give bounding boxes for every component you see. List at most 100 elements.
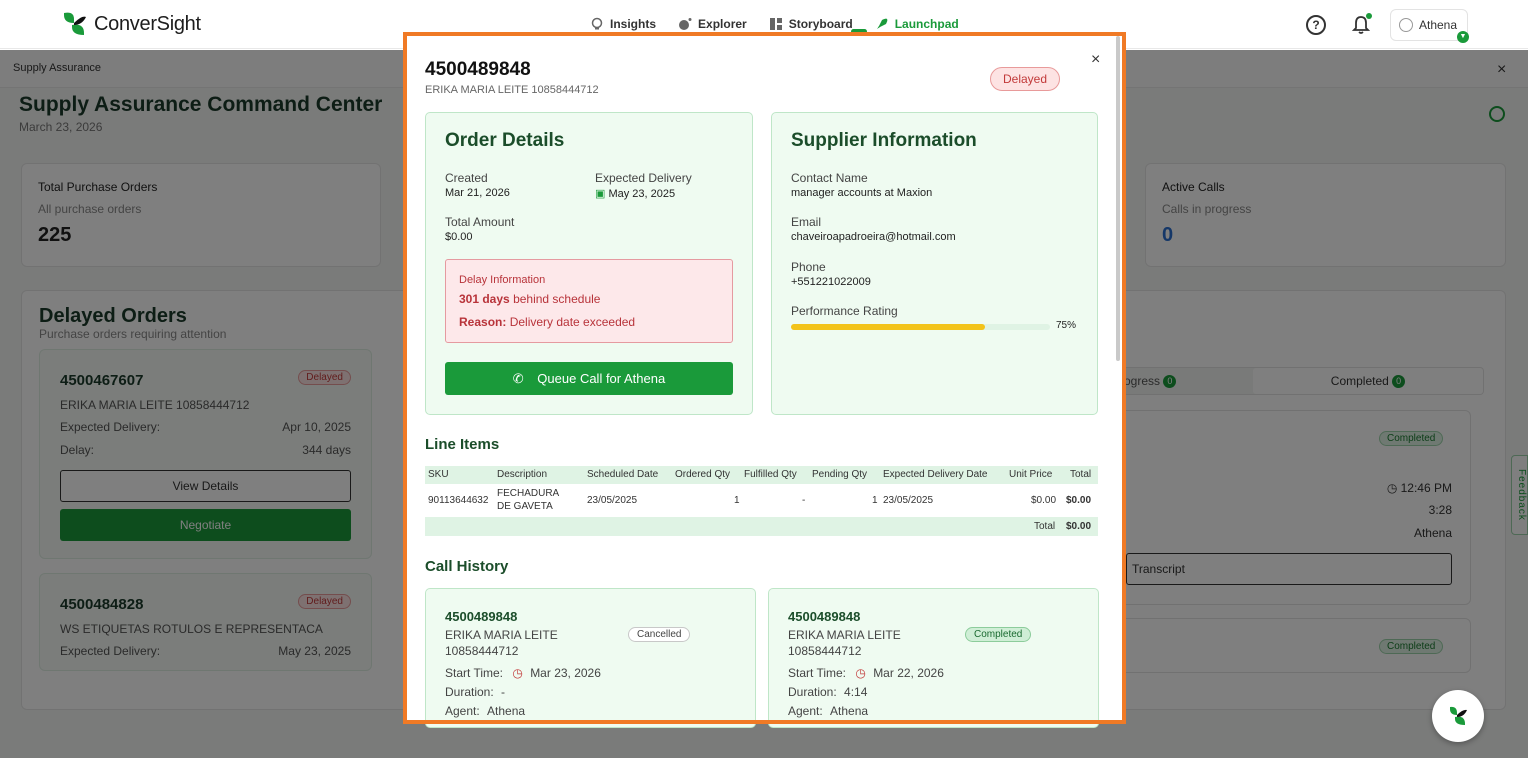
performance-rating-fill xyxy=(791,324,986,330)
status-badge: Delayed xyxy=(990,67,1060,91)
total-label: Total xyxy=(1034,521,1056,532)
modal-bottom-border xyxy=(403,720,1126,724)
cancelled-badge: Cancelled xyxy=(628,627,691,642)
total-value: $0.00 xyxy=(1066,521,1092,532)
call-name-2: 10858444712 xyxy=(788,644,862,658)
line-items-title: Line Items xyxy=(425,436,500,453)
calendar-icon: ▣ xyxy=(595,188,606,200)
contact-name-label: Contact Name xyxy=(791,171,868,185)
start-time-label: Start Time: xyxy=(788,666,847,680)
col-pending-qty: Pending Qty xyxy=(812,469,868,480)
cell-unit-price: $0.00 xyxy=(1031,495,1057,506)
clock-icon: ◷ xyxy=(512,666,523,680)
start-time-value: Mar 22, 2026 xyxy=(873,666,944,680)
call-name-1: ERIKA MARIA LEITE xyxy=(788,628,901,642)
total-amount-label: Total Amount xyxy=(445,215,515,229)
created-label: Created xyxy=(445,171,488,185)
col-scheduled-date: Scheduled Date xyxy=(587,469,659,480)
agent-value: Athena xyxy=(487,704,526,718)
po-number: 4500489848 xyxy=(425,59,531,80)
nav-explorer[interactable]: Explorer xyxy=(678,17,747,31)
email-label: Email xyxy=(791,215,822,229)
cell-total: $0.00 xyxy=(1066,495,1092,506)
cell-ordered-qty: 1 xyxy=(734,495,740,506)
close-icon[interactable]: × xyxy=(1091,51,1100,69)
explorer-icon xyxy=(679,18,692,30)
main-nav: Insights Explorer Storyboard Launchpad xyxy=(590,17,959,31)
cell-description-1: FECHADURA xyxy=(497,488,560,499)
cell-scheduled-date: 23/05/2025 xyxy=(587,495,638,506)
nav-storyboard[interactable]: Storyboard xyxy=(769,17,853,31)
avatar-icon xyxy=(1399,18,1413,32)
reason-label: Reason: xyxy=(459,315,507,329)
queue-call-button[interactable]: ✆ Queue Call for Athena xyxy=(445,362,733,395)
nav-storyboard-label: Storyboard xyxy=(788,17,853,31)
col-fulfilled-qty: Fulfilled Qty xyxy=(744,469,797,480)
logo[interactable]: ConverSight xyxy=(60,11,201,37)
agent-value: Athena xyxy=(830,704,869,718)
duration-label: Duration: xyxy=(445,685,494,699)
bulb-icon xyxy=(591,17,603,30)
call-duration-line: Duration: - xyxy=(445,685,505,699)
phone-value: +551221022009 xyxy=(791,276,871,288)
start-time-label: Start Time: xyxy=(445,666,504,680)
delay-days-suffix: behind schedule xyxy=(513,292,601,306)
chat-launcher[interactable] xyxy=(1432,690,1484,742)
cell-pending-qty: 1 xyxy=(872,495,878,506)
performance-rating-value: 75% xyxy=(1056,320,1077,331)
cell-description-2: DE GAVETA xyxy=(497,501,553,512)
nav-launchpad-label: Launchpad xyxy=(894,17,959,31)
performance-rating-bar xyxy=(791,324,1050,330)
chat-logo-icon xyxy=(1450,706,1467,725)
nav-explorer-label: Explorer xyxy=(698,17,747,31)
reason-value: Delivery date exceeded xyxy=(509,315,636,329)
cell-fulfilled-qty: - xyxy=(802,495,806,506)
email-value: chaveiroapadroeira@hotmail.com xyxy=(791,231,956,243)
col-expected-delivery-date: Expected Delivery Date xyxy=(883,469,988,480)
total-amount-value: $0.00 xyxy=(445,231,473,243)
expected-delivery: ▣ May 23, 2025 xyxy=(595,187,675,200)
line-items-total-row xyxy=(425,517,1098,536)
delay-info-title: Delay Information xyxy=(459,274,546,286)
call-name-2: 10858444712 xyxy=(445,644,519,658)
nav-launchpad[interactable]: Launchpad xyxy=(875,17,959,31)
cell-expected-date: 23/05/2025 xyxy=(883,495,934,506)
col-unit-price: Unit Price xyxy=(1009,469,1053,480)
start-time-value: Mar 23, 2026 xyxy=(530,666,601,680)
delay-reason-line: Reason: Delivery date exceeded xyxy=(459,315,635,329)
po-supplier-name: ERIKA MARIA LEITE 10858444712 xyxy=(425,84,599,96)
phone-icon: ✆ xyxy=(512,371,524,386)
duration-label: Duration: xyxy=(788,685,837,699)
performance-rating-label: Performance Rating xyxy=(791,304,898,318)
delay-days: 301 days xyxy=(459,292,510,306)
call-history-title: Call History xyxy=(425,558,509,575)
expected-delivery-value: May 23, 2025 xyxy=(608,188,676,200)
call-start-line: Start Time: ◷ Mar 22, 2026 xyxy=(788,666,944,680)
order-details-title: Order Details xyxy=(445,130,565,151)
col-total: Total xyxy=(1070,469,1092,480)
clock-icon: ◷ xyxy=(855,666,866,680)
rocket-icon xyxy=(876,18,888,29)
chevron-down-icon[interactable]: ▼ xyxy=(1457,31,1469,43)
storyboard-icon xyxy=(769,18,782,30)
queue-call-label: Queue Call for Athena xyxy=(537,371,666,386)
call-agent-line: Agent: Athena xyxy=(788,704,868,718)
col-description: Description xyxy=(497,469,548,480)
contact-name-value: manager accounts at Maxion xyxy=(791,187,933,199)
help-icon[interactable]: ? xyxy=(1306,15,1326,35)
nav-insights[interactable]: Insights xyxy=(590,17,656,31)
supplier-info-title: Supplier Information xyxy=(791,130,977,151)
delay-days-line: 301 days behind schedule xyxy=(459,292,600,306)
duration-value: - xyxy=(501,685,506,699)
call-po-id: 4500489848 xyxy=(445,609,518,624)
created-value: Mar 21, 2026 xyxy=(445,187,510,199)
call-po-id: 4500489848 xyxy=(788,609,861,624)
call-start-line: Start Time: ◷ Mar 23, 2026 xyxy=(445,666,601,680)
call-name-1: ERIKA MARIA LEITE xyxy=(445,628,558,642)
notification-dot xyxy=(1366,13,1372,19)
col-ordered-qty: Ordered Qty xyxy=(675,469,731,480)
agent-label: Agent: xyxy=(788,704,823,718)
call-agent-line: Agent: Athena xyxy=(445,704,525,718)
modal-scrollbar[interactable] xyxy=(1116,36,1120,361)
completed-badge: Completed xyxy=(965,627,1032,642)
